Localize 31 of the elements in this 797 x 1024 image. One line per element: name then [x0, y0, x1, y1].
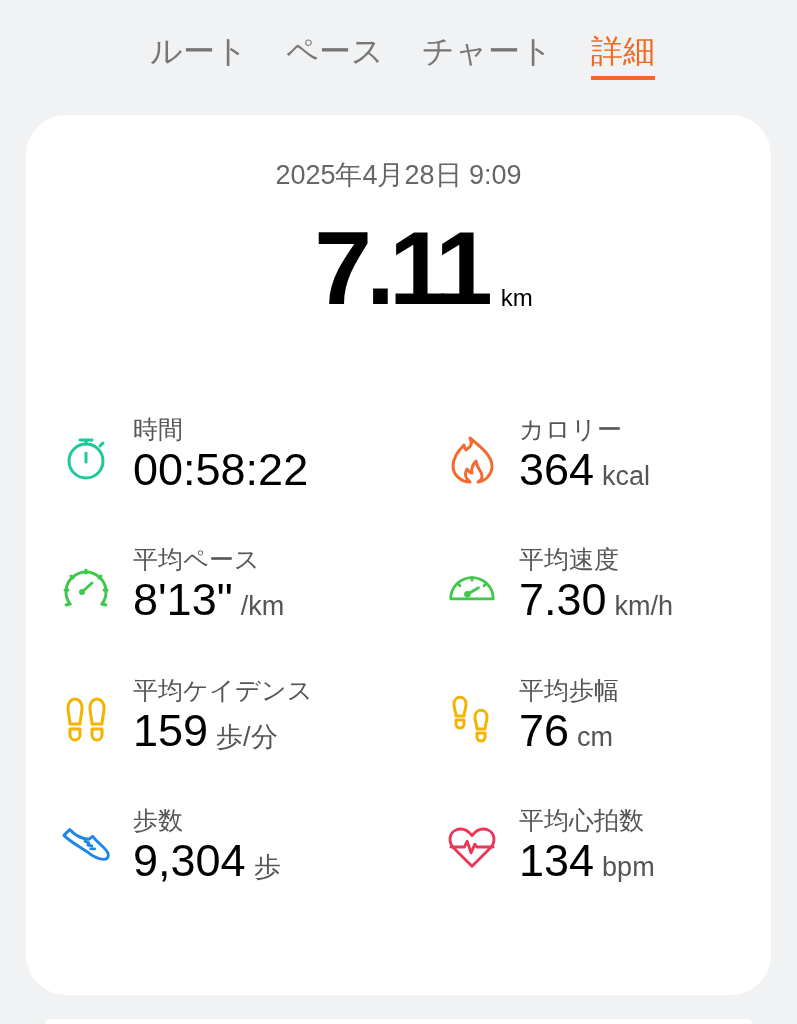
stat-value: 364	[519, 443, 595, 496]
stat-value: 8'13"	[133, 574, 233, 626]
tab[interactable]: ペース	[286, 26, 384, 80]
tab[interactable]: チャート	[422, 26, 553, 80]
stat-unit: bpm	[602, 851, 655, 884]
stat-label: 平均ペース	[133, 544, 260, 574]
stat-label: 平均歩幅	[519, 674, 619, 705]
stat-label: カロリー	[519, 413, 622, 444]
stat-label: 平均心拍数	[519, 805, 644, 835]
stat-label: 平均速度	[519, 544, 619, 574]
stat-label: 時間	[133, 413, 183, 444]
stat-value: 159	[133, 704, 209, 757]
distance-unit: km	[500, 282, 533, 313]
stat-value: 00:58:22	[133, 443, 309, 496]
stat-label: 平均ケイデンス	[133, 674, 313, 705]
stat-unit: /km	[240, 590, 285, 623]
stat-value: 134	[519, 835, 595, 887]
tab[interactable]: 詳細	[591, 26, 655, 80]
stat-unit: cm	[577, 720, 614, 754]
heart-rate-icon	[447, 825, 497, 871]
stat-unit: km/h	[614, 590, 674, 623]
date-text: 2025年4月28日 9:09	[275, 159, 522, 192]
stat-unit: 歩	[253, 851, 281, 884]
stat-unit: kcal	[602, 459, 651, 493]
stat-label: 歩数	[133, 805, 183, 835]
tab[interactable]: ルート	[150, 26, 248, 80]
stat-value: 9,304	[133, 835, 246, 887]
stat-value: 76	[519, 704, 570, 757]
stat-value: 7.30	[519, 574, 607, 626]
distance-value: 7.11	[314, 215, 487, 320]
stat-unit: 歩/分	[216, 720, 278, 754]
